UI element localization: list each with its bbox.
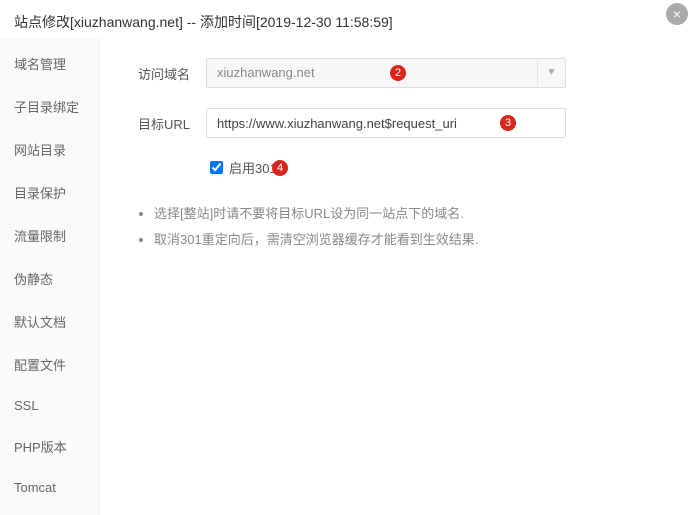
dialog-header: 站点修改[xiuzhanwang.net] -- 添加时间[2019-12-30…: [0, 0, 694, 38]
badge-4: 4: [272, 160, 288, 176]
chevron-down-icon: ▼: [537, 59, 565, 87]
dialog-title: 站点修改[xiuzhanwang.net] -- 添加时间[2019-12-30…: [14, 14, 393, 30]
sidebar-item-label: 目录保护: [14, 186, 66, 201]
sidebar-item-subdir[interactable]: 子目录绑定: [0, 85, 99, 128]
sidebar-item-redirect[interactable]: 重定向 1: [0, 507, 99, 515]
sidebar-item-defaultdoc[interactable]: 默认文档: [0, 300, 99, 343]
main-panel: 访问域名 xiuzhanwang.net ▼ 2 目标URL 3 启用301 4…: [100, 38, 694, 515]
sidebar-item-config[interactable]: 配置文件: [0, 343, 99, 386]
close-button[interactable]: ×: [666, 3, 688, 25]
label-url: 目标URL: [130, 114, 190, 133]
sidebar: 域名管理 子目录绑定 网站目录 目录保护 流量限制 伪静态 默认文档 配置文件 …: [0, 38, 100, 515]
sidebar-item-sitedir[interactable]: 网站目录: [0, 128, 99, 171]
tip-line: 选择[整站]时请不要将目标URL设为同一站点下的域名.: [154, 201, 664, 227]
enable-301-checkbox[interactable]: [210, 161, 223, 174]
row-enable301: 启用301 4: [206, 158, 664, 177]
sidebar-item-ssl[interactable]: SSL: [0, 386, 99, 425]
sidebar-item-label: 网站目录: [14, 143, 66, 158]
row-url: 目标URL 3: [130, 108, 664, 138]
label-domain: 访问域名: [130, 64, 190, 83]
sidebar-item-domain[interactable]: 域名管理: [0, 42, 99, 85]
sidebar-item-label: 默认文档: [14, 315, 66, 330]
sidebar-item-tomcat[interactable]: Tomcat: [0, 468, 99, 507]
sidebar-item-label: Tomcat: [14, 480, 56, 495]
enable-301-label: 启用301: [229, 158, 277, 177]
domain-select[interactable]: xiuzhanwang.net ▼: [206, 58, 566, 88]
badge-2: 2: [390, 65, 406, 81]
sidebar-item-label: PHP版本: [14, 440, 67, 455]
row-domain: 访问域名 xiuzhanwang.net ▼ 2: [130, 58, 664, 88]
domain-select-value: xiuzhanwang.net: [217, 65, 315, 80]
sidebar-item-rewrite[interactable]: 伪静态: [0, 257, 99, 300]
sidebar-item-label: SSL: [14, 398, 39, 413]
sidebar-item-traffic[interactable]: 流量限制: [0, 214, 99, 257]
tip-line: 取消301重定向后，需清空浏览器缓存才能看到生效结果.: [154, 227, 664, 253]
sidebar-item-label: 配置文件: [14, 358, 66, 373]
tips-list: 选择[整站]时请不要将目标URL设为同一站点下的域名. 取消301重定向后，需清…: [130, 201, 664, 253]
sidebar-item-label: 子目录绑定: [14, 100, 79, 115]
badge-3: 3: [500, 115, 516, 131]
sidebar-item-label: 伪静态: [14, 272, 53, 287]
sidebar-item-label: 域名管理: [14, 57, 66, 72]
sidebar-item-label: 流量限制: [14, 229, 66, 244]
sidebar-item-php[interactable]: PHP版本: [0, 425, 99, 468]
sidebar-item-dirprotect[interactable]: 目录保护: [0, 171, 99, 214]
close-icon: ×: [673, 6, 681, 22]
